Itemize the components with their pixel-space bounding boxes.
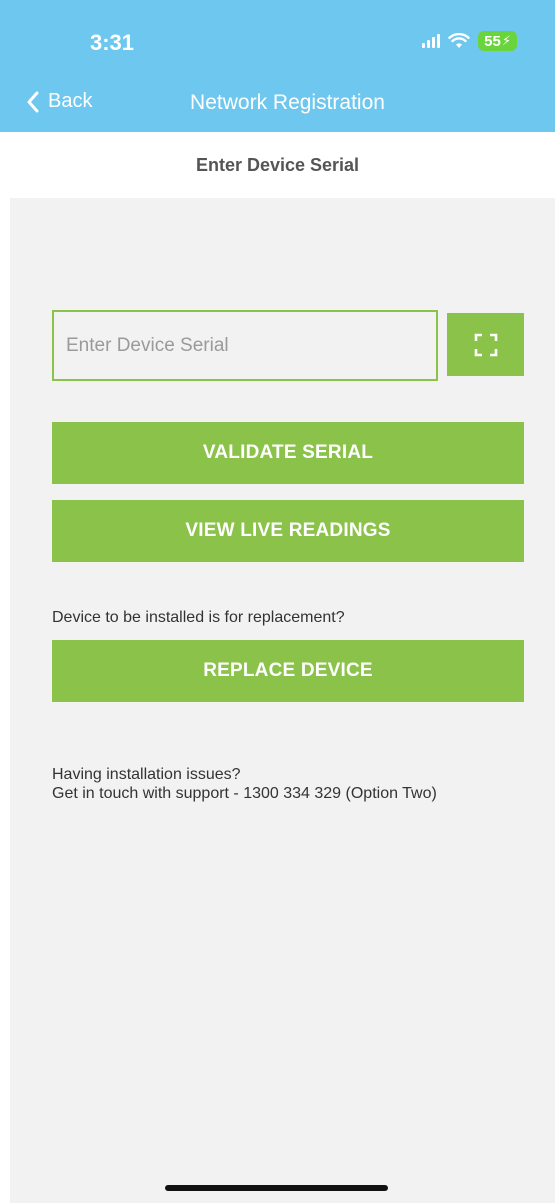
app-screen: 3:31 55 ⚡ Back Network Registration Enter… — [0, 0, 555, 1203]
replace-device-button[interactable]: REPLACE DEVICE — [52, 640, 524, 702]
wifi-icon — [448, 33, 470, 48]
battery-level: 55 — [484, 32, 501, 50]
replace-prompt: Device to be installed is for replacemen… — [52, 609, 345, 626]
section-title: Enter Device Serial — [0, 132, 555, 198]
cellular-signal-icon — [422, 34, 441, 48]
status-time: 3:31 — [90, 30, 135, 55]
scan-frame-icon — [474, 333, 497, 356]
validate-serial-button[interactable]: VALIDATE SERIAL — [52, 422, 524, 484]
scan-button[interactable] — [447, 313, 524, 376]
top-bar: 3:31 55 ⚡ Back Network Registration — [0, 0, 555, 132]
battery-charging-icon: 55 ⚡ — [478, 31, 517, 51]
status-icons: 55 ⚡ — [422, 31, 517, 51]
view-live-readings-button[interactable]: VIEW LIVE READINGS — [52, 500, 524, 562]
page-title: Network Registration — [190, 91, 385, 114]
support-line-2: Get in touch with support - 1300 334 329… — [52, 785, 437, 802]
serial-input[interactable] — [52, 310, 438, 381]
main-content: VALIDATE SERIAL VIEW LIVE READINGS Devic… — [10, 198, 555, 1203]
support-line-1: Having installation issues? — [52, 766, 241, 783]
support-info: Having installation issues? Get in touch… — [52, 765, 437, 803]
home-indicator[interactable] — [165, 1185, 388, 1191]
